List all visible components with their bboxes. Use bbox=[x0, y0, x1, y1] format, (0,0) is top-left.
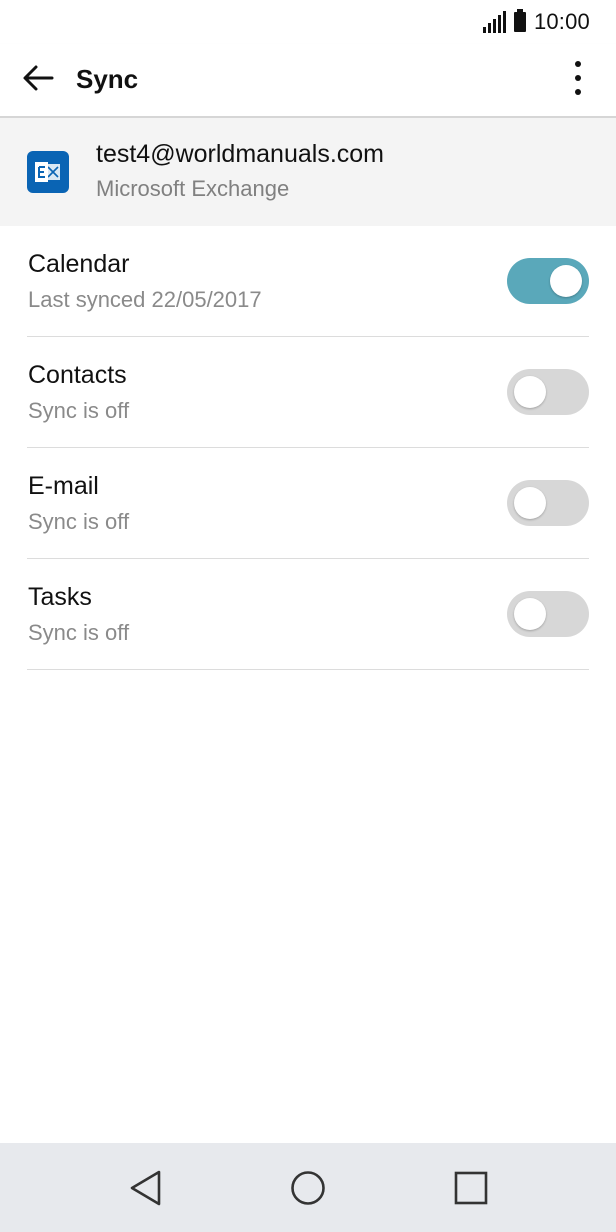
exchange-icon bbox=[27, 151, 69, 193]
sync-item-title: E-mail bbox=[28, 472, 99, 500]
account-type: Microsoft Exchange bbox=[96, 176, 290, 201]
battery-icon bbox=[513, 9, 526, 32]
arrow-left-icon bbox=[23, 65, 54, 91]
back-button[interactable] bbox=[14, 54, 62, 102]
sync-item-status: Last synced 22/05/2017 bbox=[28, 287, 262, 312]
status-time: 10:00 bbox=[533, 9, 590, 34]
more-vert-icon bbox=[575, 61, 581, 95]
page-title: Sync bbox=[76, 64, 139, 94]
nav-recents-button[interactable] bbox=[446, 1163, 496, 1213]
sync-item-calendar[interactable]: Calendar Last synced 22/05/2017 bbox=[27, 226, 589, 337]
nav-home-button[interactable] bbox=[283, 1163, 333, 1213]
status-bar: 10:00 bbox=[0, 0, 616, 44]
calendar-sync-toggle[interactable] bbox=[507, 258, 589, 304]
sync-item-status: Sync is off bbox=[28, 398, 130, 423]
sync-item-status: Sync is off bbox=[28, 620, 130, 645]
sync-item-status: Sync is off bbox=[28, 509, 130, 534]
sync-item-title: Tasks bbox=[28, 583, 92, 611]
toggle-knob bbox=[550, 265, 582, 297]
sync-list: Calendar Last synced 22/05/2017 Contacts… bbox=[0, 226, 616, 670]
contacts-sync-toggle[interactable] bbox=[507, 369, 589, 415]
more-options-button[interactable] bbox=[554, 54, 602, 102]
status-icons: 10:00 bbox=[482, 8, 590, 36]
tasks-sync-toggle[interactable] bbox=[507, 591, 589, 637]
sync-item-title: Contacts bbox=[28, 361, 127, 389]
nav-back-button[interactable] bbox=[120, 1163, 170, 1213]
sync-item-title: Calendar bbox=[28, 250, 130, 278]
signal-icon bbox=[482, 11, 506, 33]
account-header: test4@worldmanuals.com Microsoft Exchang… bbox=[0, 118, 616, 226]
toggle-knob bbox=[514, 487, 546, 519]
navigation-bar bbox=[0, 1143, 616, 1232]
sync-item-tasks[interactable]: Tasks Sync is off bbox=[27, 559, 589, 670]
app-bar: Sync bbox=[0, 44, 616, 118]
account-email: test4@worldmanuals.com bbox=[96, 140, 384, 168]
back-triangle-icon bbox=[130, 1170, 161, 1206]
toggle-knob bbox=[514, 598, 546, 630]
toggle-knob bbox=[514, 376, 546, 408]
sync-item-contacts[interactable]: Contacts Sync is off bbox=[27, 337, 589, 448]
email-sync-toggle[interactable] bbox=[507, 480, 589, 526]
recents-square-icon bbox=[454, 1171, 488, 1205]
sync-item-email[interactable]: E-mail Sync is off bbox=[27, 448, 589, 559]
home-circle-icon bbox=[291, 1171, 325, 1205]
